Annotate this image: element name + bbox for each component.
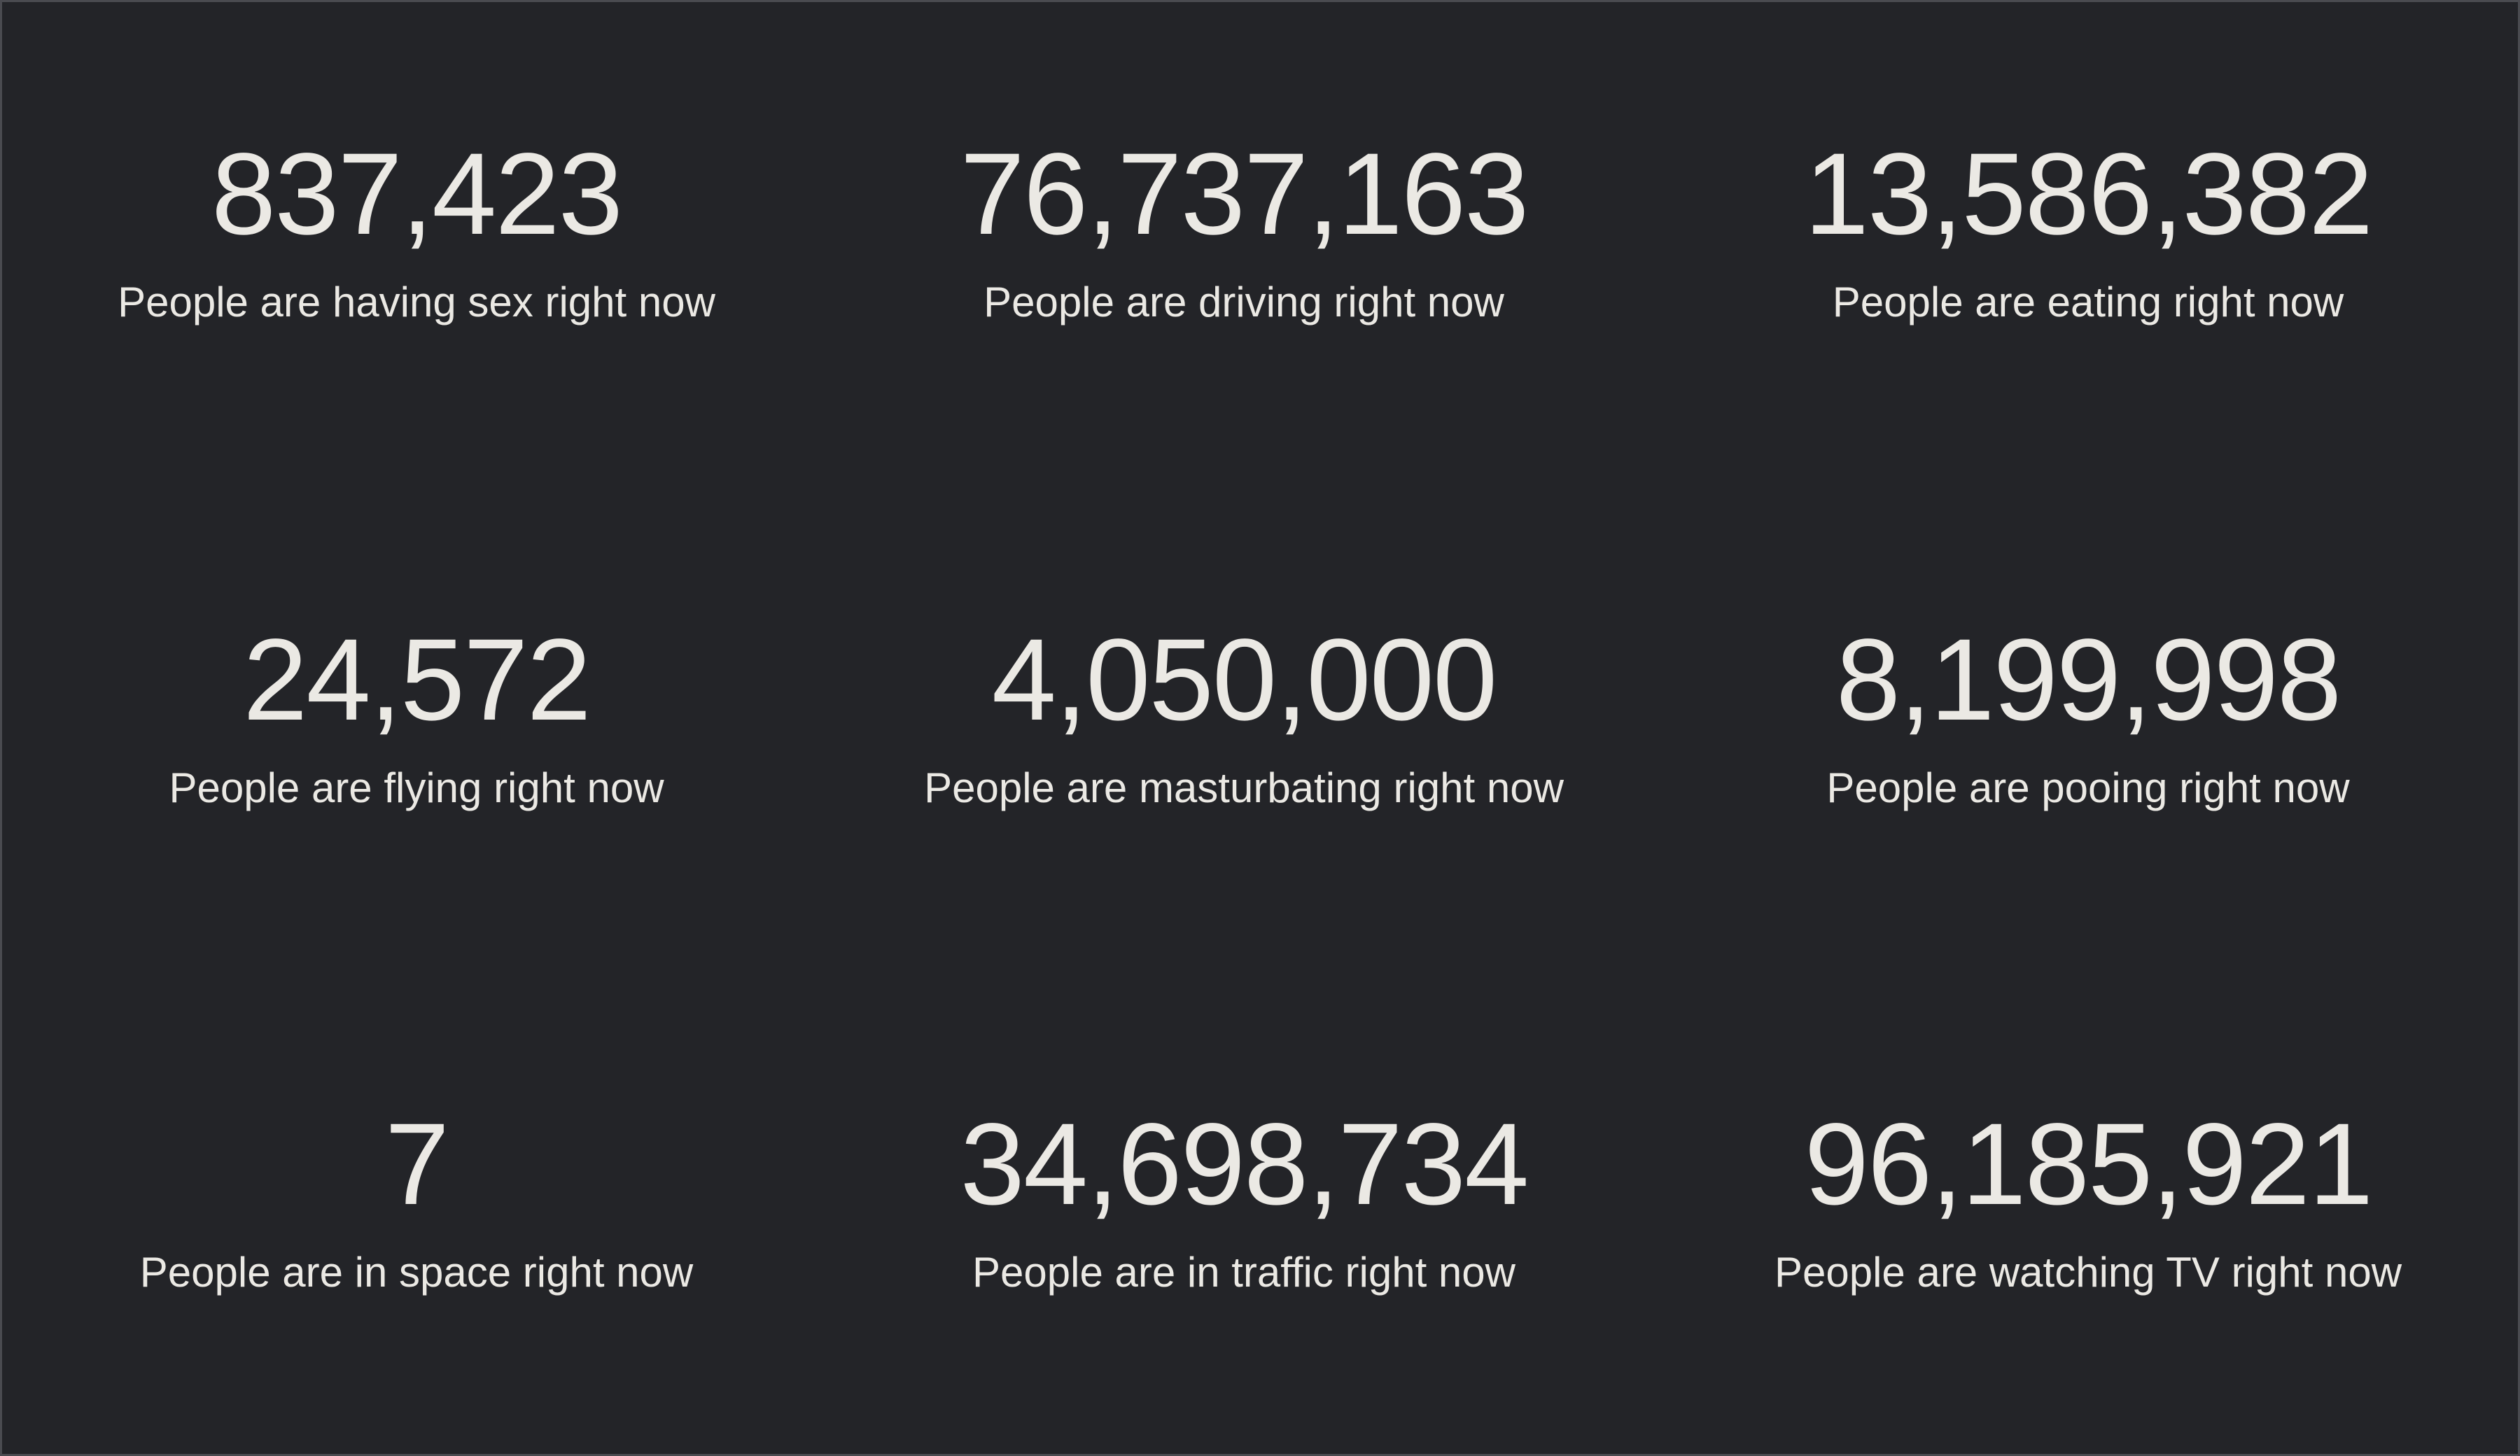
stats-grid: 837,423 People are having sex right now … <box>2 2 2518 1454</box>
stat-value: 13,586,382 <box>1804 130 2374 259</box>
stat-eating: 13,586,382 People are eating right now <box>1689 135 2487 327</box>
stat-value: 8,199,998 <box>1835 615 2342 745</box>
stat-value: 4,050,000 <box>991 615 1498 745</box>
stat-value: 7 <box>384 1100 449 1229</box>
stat-value: 837,423 <box>211 130 623 259</box>
stat-label: People are watching TV right now <box>1774 1249 2402 1296</box>
stat-driving: 76,737,163 People are driving right now <box>845 135 1643 327</box>
stat-label: People are in space right now <box>139 1249 694 1296</box>
stat-label: People are masturbating right now <box>924 764 1564 811</box>
stat-label: People are driving right now <box>983 279 1504 326</box>
stat-pooing: 8,199,998 People are pooing right now <box>1689 621 2487 813</box>
stat-value: 34,698,734 <box>960 1100 1530 1229</box>
stat-value: 96,185,921 <box>1804 1100 2374 1229</box>
stat-label: People are flying right now <box>169 764 664 811</box>
stat-value: 76,737,163 <box>960 130 1530 259</box>
stat-watching-tv: 96,185,921 People are watching TV right … <box>1689 1105 2487 1297</box>
stat-in-space: 7 People are in space right now <box>18 1105 816 1297</box>
stat-value: 24,572 <box>243 615 592 745</box>
stat-having-sex: 837,423 People are having sex right now <box>18 135 816 327</box>
stat-flying: 24,572 People are flying right now <box>18 621 816 813</box>
stat-label: People are eating right now <box>1832 279 2344 326</box>
stat-in-traffic: 34,698,734 People are in traffic right n… <box>845 1105 1643 1297</box>
stat-masturbating: 4,050,000 People are masturbating right … <box>845 621 1643 813</box>
stats-window: 837,423 People are having sex right now … <box>0 0 2520 1456</box>
stat-label: People are in traffic right now <box>972 1249 1516 1296</box>
stat-label: People are pooing right now <box>1826 764 2350 811</box>
stat-label: People are having sex right now <box>118 279 715 326</box>
